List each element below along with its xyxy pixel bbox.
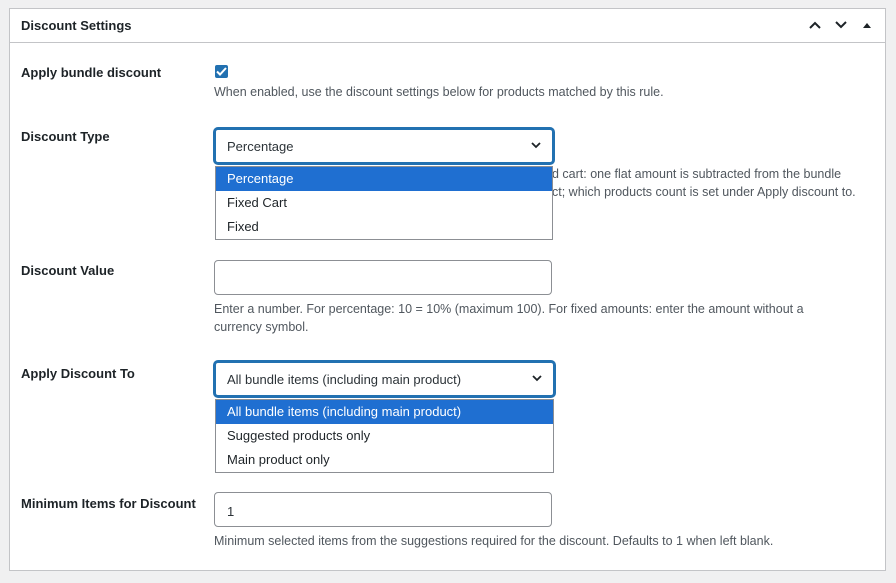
move-up-button[interactable] [805,15,825,35]
select-chevron-icon [532,375,542,382]
minimum-items-value: 1 [227,504,235,519]
chevron-up-icon [809,21,821,29]
minimum-items-label: Minimum Items for Discount [21,496,196,511]
panel-header: Discount Settings [10,9,885,43]
discount-value-input[interactable] [214,260,552,295]
apply-discount-to-option[interactable]: Suggested products only [216,424,553,448]
discount-type-dropdown: Percentage Fixed Cart Fixed [215,166,553,240]
discount-settings-panel: Discount Settings Apply bundle discount … [9,8,886,571]
checkmark-icon [216,67,227,76]
discount-type-option[interactable]: Fixed Cart [216,191,552,215]
panel-handle-actions [805,15,877,35]
panel-title: Discount Settings [21,18,132,33]
discount-value-description: Enter a number. For percentage: 10 = 10%… [214,302,804,334]
apply-discount-to-select[interactable]: All bundle items (including main product… [214,361,555,397]
apply-bundle-discount-description: When enabled, use the discount settings … [214,85,664,99]
move-down-button[interactable] [831,15,851,35]
apply-discount-to-option[interactable]: Main product only [216,448,553,472]
apply-bundle-discount-label: Apply bundle discount [21,65,162,80]
apply-discount-to-option[interactable]: All bundle items (including main product… [216,400,553,424]
discount-type-description-line1: d cart: one flat amount is subtracted fr… [552,167,842,181]
discount-type-option[interactable]: Fixed [216,215,552,239]
discount-type-label: Discount Type [21,129,110,144]
discount-value-label: Discount Value [21,263,115,278]
apply-bundle-discount-checkbox[interactable] [215,65,228,78]
discount-type-selected-value: Percentage [227,139,294,154]
minimum-items-input[interactable]: 1 [214,492,552,527]
discount-type-description-line2: ct; which products count is set under Ap… [552,185,856,199]
minimum-items-description: Minimum selected items from the suggesti… [214,534,774,548]
discount-type-select[interactable]: Percentage [214,128,554,164]
apply-discount-to-label: Apply Discount To [21,366,135,381]
chevron-down-icon [835,21,847,29]
apply-discount-to-dropdown: All bundle items (including main product… [215,399,554,473]
discount-type-option[interactable]: Percentage [216,167,552,191]
toggle-panel-button[interactable] [857,15,877,35]
apply-discount-to-selected-value: All bundle items (including main product… [227,372,462,387]
triangle-up-icon [863,23,871,28]
select-chevron-icon [531,142,541,149]
